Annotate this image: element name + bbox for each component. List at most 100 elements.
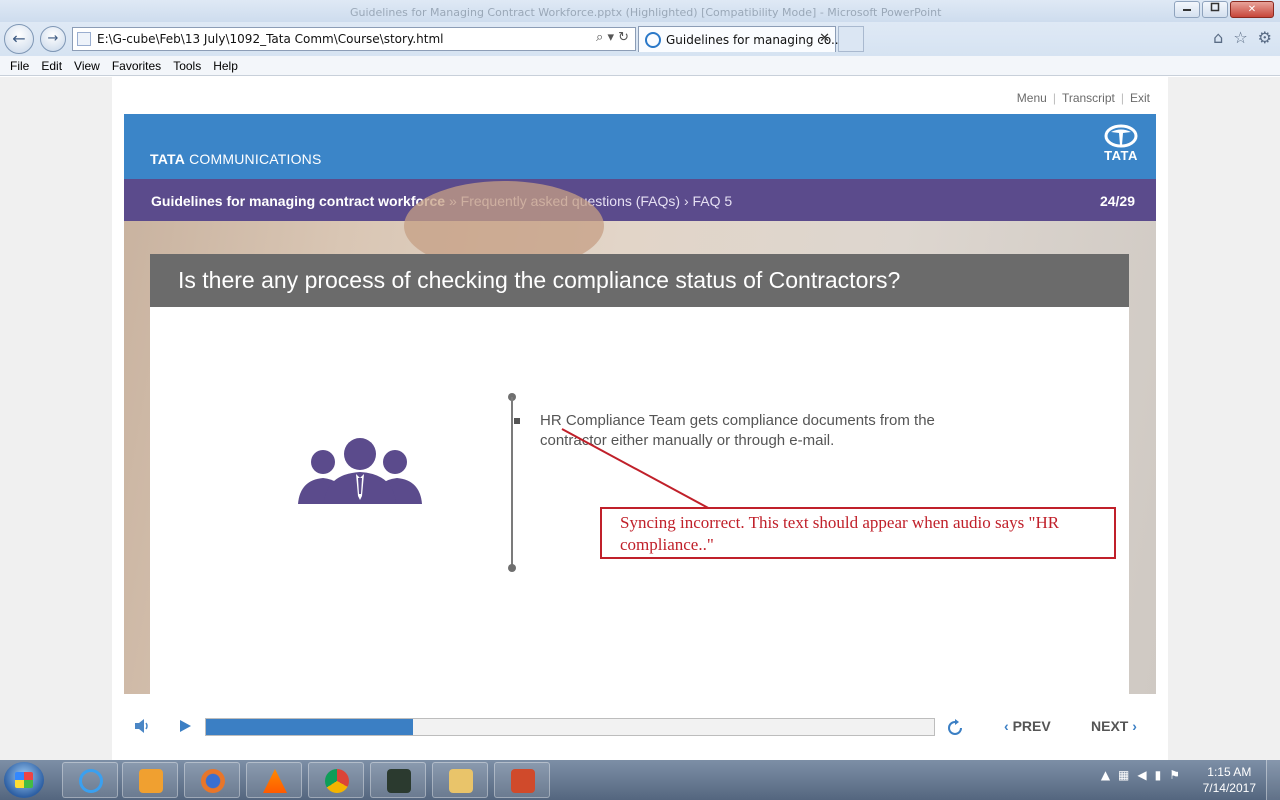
tray-expand-icon[interactable]: ▲ (1101, 768, 1110, 782)
menu-link[interactable]: Menu (1017, 91, 1047, 105)
menu-favorites[interactable]: Favorites (106, 56, 167, 75)
taskbar-app-file-explorer[interactable] (432, 762, 488, 798)
team-people-icon (298, 438, 422, 504)
windows-logo-icon (15, 772, 33, 788)
taskbar-app-powerpoint[interactable] (494, 762, 550, 798)
taskbar-app-media-player[interactable] (122, 762, 178, 798)
browser-tools: ⌂ ☆ ⚙ (1213, 28, 1272, 47)
link-separator: | (1052, 91, 1056, 105)
vlc-cone-icon (263, 769, 287, 793)
page-viewport: Menu | Transcript | Exit TATA COMMUNICAT… (0, 77, 1280, 760)
menu-edit[interactable]: Edit (35, 56, 68, 75)
forward-button[interactable]: → (40, 26, 66, 52)
show-desktop-button[interactable] (1266, 760, 1280, 800)
menu-file[interactable]: File (4, 56, 35, 75)
tata-logo-icon (1104, 124, 1138, 148)
tab-title: Guidelines for managing co... (666, 33, 843, 47)
minimize-icon (1183, 9, 1191, 11)
link-separator: | (1120, 91, 1124, 105)
taskbar-app-sublime[interactable] (370, 762, 426, 798)
favorites-star-icon[interactable]: ☆ (1233, 28, 1247, 47)
course-player: Menu | Transcript | Exit TATA COMMUNICAT… (112, 77, 1168, 760)
menu-help[interactable]: Help (207, 56, 244, 75)
content-card: HR Compliance Team gets compliance docum… (150, 307, 1129, 694)
slide-counter: 24/29 (1099, 193, 1135, 209)
system-clock[interactable]: 1:15 AM 7/14/2017 (1203, 764, 1256, 796)
bullet-text: HR Compliance Team gets compliance docum… (540, 412, 935, 449)
chrome-icon (325, 769, 349, 793)
taskbar-app-firefox[interactable] (184, 762, 240, 798)
chevron-left-icon: ‹ (1004, 718, 1009, 734)
settings-gear-icon[interactable]: ⚙ (1258, 28, 1272, 47)
next-label: NEXT (1091, 718, 1129, 734)
maximize-button[interactable] (1202, 1, 1228, 18)
taskbar-app-vlc[interactable] (246, 762, 302, 798)
back-button[interactable]: ← (4, 24, 34, 54)
exit-link[interactable]: Exit (1130, 91, 1150, 105)
brand-tata: TATA (150, 151, 186, 167)
tray-signal-icon[interactable]: ▮ (1155, 768, 1162, 782)
question-bar: Is there any process of checking the com… (150, 254, 1129, 307)
firefox-icon (201, 769, 225, 793)
player-controls: ‹ PREV NEXT › (112, 701, 1168, 751)
tab-close-icon[interactable]: ✕ (819, 31, 830, 46)
tray-flag-icon[interactable]: ⚑ (1169, 768, 1180, 782)
close-window-button[interactable]: ✕ (1230, 1, 1274, 18)
browser-tab[interactable]: Guidelines for managing co... ✕ (638, 26, 842, 52)
back-arrow-icon: ← (12, 29, 26, 48)
question-text: Is there any process of checking the com… (178, 267, 901, 293)
timeline-line (511, 397, 513, 567)
clock-date: 7/14/2017 (1202, 781, 1256, 795)
volume-icon[interactable] (134, 718, 150, 734)
transcript-link[interactable]: Transcript (1062, 91, 1115, 105)
internet-explorer-icon (79, 769, 103, 793)
breadcrumb: Guidelines for managing contract workfor… (124, 179, 1156, 221)
brand-banner: TATA COMMUNICATIONS TATA (124, 114, 1156, 179)
brand-name: TATA COMMUNICATIONS (150, 151, 322, 167)
page-file-icon (77, 32, 91, 46)
tata-logo-word: TATA (1104, 148, 1138, 163)
replay-icon[interactable] (946, 719, 964, 737)
tray-volume-icon[interactable]: ◀ (1137, 768, 1146, 782)
chevron-right-icon: › (1132, 718, 1137, 734)
review-annotation: Syncing incorrect. This text should appe… (600, 507, 1116, 559)
prev-button[interactable]: ‹ PREV (1004, 718, 1051, 734)
taskbar-app-chrome[interactable] (308, 762, 364, 798)
player-top-links: Menu | Transcript | Exit (1017, 91, 1150, 105)
home-icon[interactable]: ⌂ (1213, 28, 1223, 47)
close-icon: ✕ (1247, 4, 1257, 15)
play-icon[interactable] (178, 719, 192, 733)
menu-tools[interactable]: Tools (167, 56, 207, 75)
next-button[interactable]: NEXT › (1091, 718, 1137, 734)
breadcrumb-course: Guidelines for managing contract workfor… (151, 193, 446, 209)
minimize-button[interactable] (1174, 1, 1200, 18)
forward-arrow-icon: → (47, 31, 59, 46)
window-title: Guidelines for Managing Contract Workfor… (350, 6, 942, 19)
maximize-icon (1210, 2, 1220, 12)
taskbar-app-internet-explorer[interactable] (62, 762, 118, 798)
address-bar[interactable]: E:\G-cube\Feb\13 July\1092_Tata Comm\Cou… (72, 27, 636, 51)
menu-view[interactable]: View (68, 56, 106, 75)
browser-navbar: ← → E:\G-cube\Feb\13 July\1092_Tata Comm… (0, 22, 1280, 56)
start-button[interactable] (4, 762, 44, 798)
screen: Guidelines for Managing Contract Workfor… (0, 0, 1280, 800)
media-player-icon (139, 769, 163, 793)
slide: TATA COMMUNICATIONS TATA Guidelines for … (124, 114, 1156, 694)
address-url: E:\G-cube\Feb\13 July\1092_Tata Comm\Cou… (97, 32, 444, 46)
tray-network-icon[interactable]: ▦ (1118, 768, 1129, 782)
timeline-dot (508, 564, 516, 572)
breadcrumb-separator: › (680, 193, 693, 209)
address-actions-icons[interactable]: ⌕ ▾ ↻ (596, 30, 629, 45)
windows-taskbar: ▲ ▦ ◀ ▮ ⚑ 1:15 AM 7/14/2017 (0, 760, 1280, 800)
seek-bar[interactable] (205, 718, 935, 736)
window-controls: ✕ (1172, 1, 1274, 18)
system-tray: ▲ ▦ ◀ ▮ ⚑ (1101, 768, 1180, 782)
prev-label: PREV (1012, 718, 1051, 734)
browser-menubar: File Edit View Favorites Tools Help (0, 56, 1280, 76)
brand-communications: COMMUNICATIONS (189, 151, 322, 167)
breadcrumb-page: FAQ 5 (692, 193, 733, 209)
clock-time: 1:15 AM (1207, 765, 1252, 779)
ie-icon (645, 32, 661, 48)
bullet-square-icon (514, 418, 520, 424)
new-tab-button[interactable] (838, 26, 864, 52)
